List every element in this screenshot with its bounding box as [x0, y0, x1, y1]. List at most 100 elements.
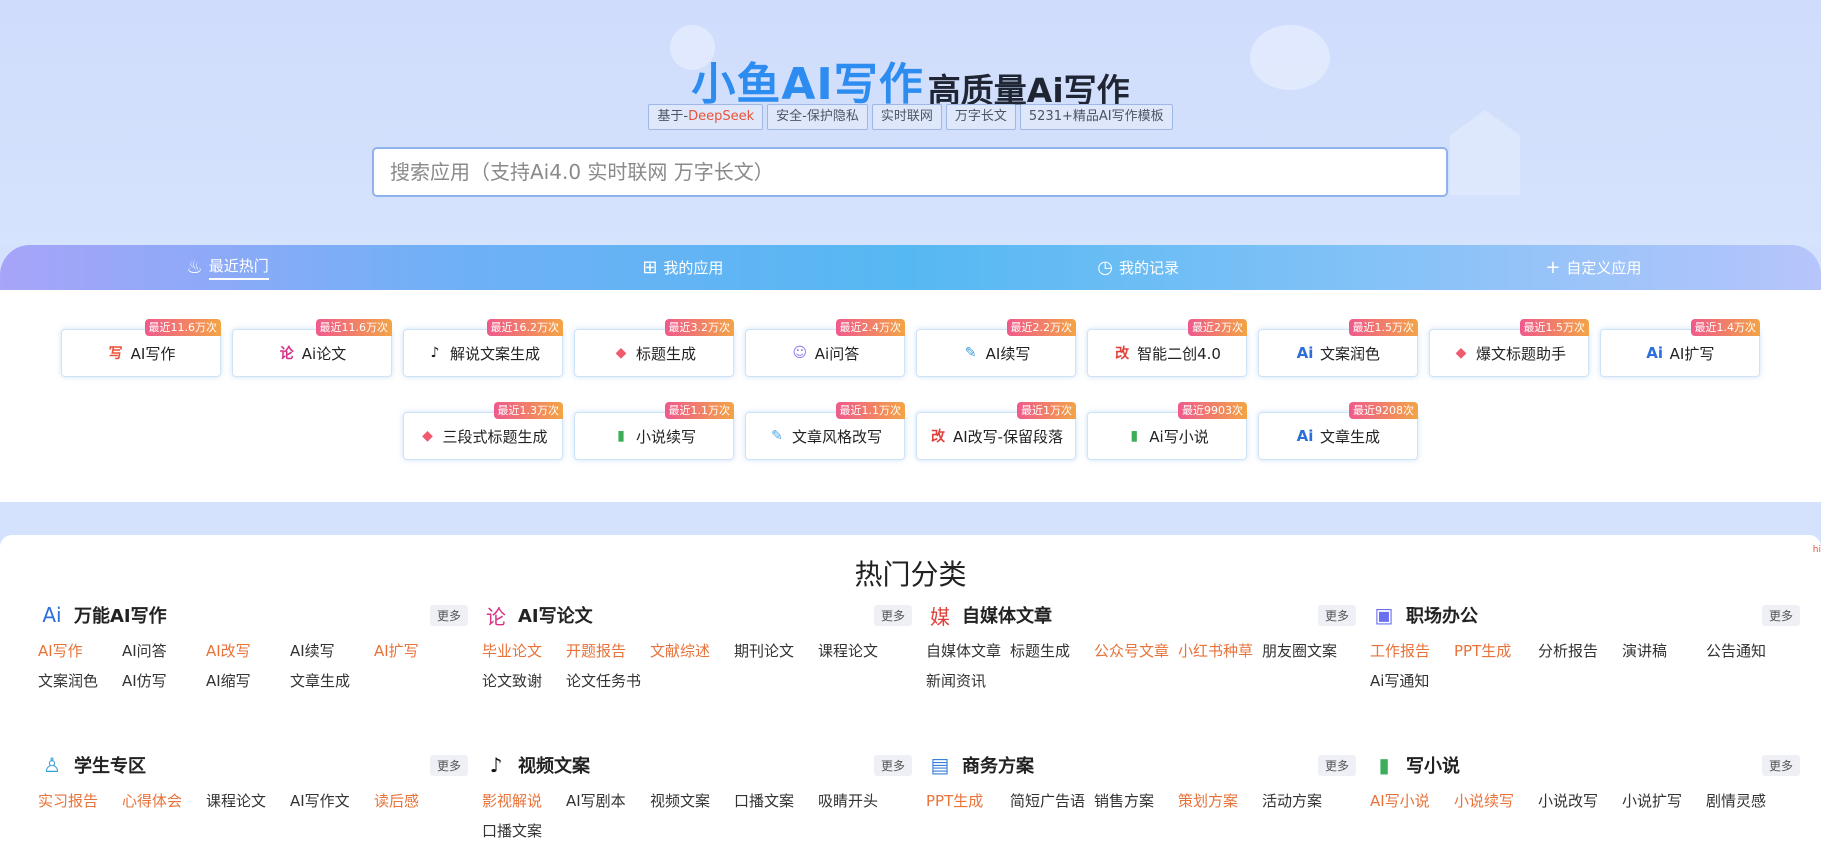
category-link[interactable]: Ai写通知: [1370, 666, 1454, 696]
category-link[interactable]: 期刊论文: [734, 636, 818, 666]
category-link[interactable]: 论文任务书: [566, 666, 650, 696]
hot-app-button[interactable]: 写 AI写作 最近11.6万次: [61, 319, 221, 377]
feature-tag-text: 万字长文: [954, 109, 1007, 124]
category-link[interactable]: 实习报告: [38, 786, 122, 816]
category-link[interactable]: AI续写: [290, 636, 374, 666]
more-button[interactable]: 更多: [429, 754, 468, 776]
more-button[interactable]: 更多: [873, 604, 912, 626]
hot-app-button[interactable]: ◆ 爆文标题助手 最近1.5万次: [1429, 319, 1589, 377]
category-name: 商务方案: [962, 756, 1034, 777]
student-icon: ♙: [43, 753, 61, 777]
category-link[interactable]: 新闻资讯: [926, 666, 1010, 696]
more-button[interactable]: 更多: [1317, 604, 1356, 626]
hot-app-button[interactable]: Ai AI扩写 最近1.4万次: [1600, 319, 1760, 377]
category-links: AI写小说 小说续写 小说改写 小说扩写 剧情灵感: [1370, 786, 1800, 816]
category-link[interactable]: 文案润色: [38, 666, 122, 696]
category-link[interactable]: PPT生成: [1454, 636, 1538, 666]
usage-badge: 最近2万次: [1188, 319, 1247, 336]
category-link[interactable]: 视频文案: [650, 786, 734, 816]
search-input[interactable]: [372, 147, 1448, 197]
category-link[interactable]: 小说续写: [1454, 786, 1538, 816]
more-button[interactable]: 更多: [1761, 604, 1800, 626]
category-link[interactable]: 小说改写: [1538, 786, 1622, 816]
category-link[interactable]: 文献综述: [650, 636, 734, 666]
hot-app-button[interactable]: ◆ 标题生成 最近3.2万次: [574, 319, 734, 377]
category-link[interactable]: 公告通知: [1706, 636, 1790, 666]
hot-app-button[interactable]: Ai 文章生成 最近9208次: [1258, 402, 1418, 460]
more-button[interactable]: 更多: [873, 754, 912, 776]
category-link[interactable]: 分析报告: [1538, 636, 1622, 666]
tab-1[interactable]: ♨ 最近热门: [0, 245, 455, 290]
categories-panel: 热门分类 Ai 万能AI写作 更多 AI写作 AI问答 AI改写 AI续写 AI扩写 文案润色 A…: [0, 535, 1821, 860]
more-button[interactable]: 更多: [429, 604, 468, 626]
rewrite-icon: 改: [1115, 346, 1130, 362]
category-link[interactable]: 小红书种草: [1178, 636, 1262, 666]
category-link[interactable]: 口播文案: [482, 816, 566, 846]
category-link[interactable]: AI写作文: [290, 786, 374, 816]
more-button[interactable]: 更多: [1317, 754, 1356, 776]
category-link[interactable]: 销售方案: [1094, 786, 1178, 816]
category-link[interactable]: 剧情灵感: [1706, 786, 1790, 816]
hot-app-button[interactable]: ✎ 文章风格改写 最近1.1万次: [745, 402, 905, 460]
category-thesis: 论 AI写论文 更多 毕业论文 开题报告 文献综述 期刊论文 课程论文 论文致谢 论文任务书: [482, 600, 912, 696]
category-link[interactable]: 公众号文章: [1094, 636, 1178, 666]
category-link[interactable]: 口播文案: [734, 786, 818, 816]
category-link[interactable]: AI写小说: [1370, 786, 1454, 816]
hot-app-label: 文章生成: [1319, 427, 1380, 446]
category-link[interactable]: 活动方案: [1262, 786, 1346, 816]
hot-app-button[interactable]: ☺ Ai问答 最近2.4万次: [745, 319, 905, 377]
category-link[interactable]: 演讲稿: [1622, 636, 1706, 666]
category-tiktok: ♪ 视频文案 更多 影视解说 AI写剧本 视频文案 口播文案 吸睛开头 口播文案: [482, 750, 912, 846]
feature-tag-text: 5231+精品AI写作模板: [1028, 109, 1164, 124]
tab-2[interactable]: ⊞ 我的应用: [455, 245, 910, 290]
category-link[interactable]: 读后感: [374, 786, 458, 816]
category-link[interactable]: 课程论文: [818, 636, 902, 666]
hot-app-button[interactable]: ♪ 解说文案生成 最近16.2万次: [403, 319, 563, 377]
category-link[interactable]: AI写作: [38, 636, 122, 666]
category-links: 自媒体文章 标题生成 公众号文章 小红书种草 朋友圈文案新闻资讯: [926, 636, 1356, 696]
tiktok-icon: ♪: [489, 753, 503, 777]
category-link[interactable]: 自媒体文章: [926, 636, 1010, 666]
category-link[interactable]: 标题生成: [1010, 636, 1094, 666]
category-link[interactable]: 开题报告: [566, 636, 650, 666]
category-link[interactable]: PPT生成: [926, 786, 1010, 816]
category-link[interactable]: 心得体会: [122, 786, 206, 816]
category-link[interactable]: AI扩写: [374, 636, 458, 666]
hot-app-button[interactable]: 论 Ai论文 最近11.6万次: [232, 319, 392, 377]
hot-app-button[interactable]: ◆ 三段式标题生成 最近1.3万次: [403, 402, 563, 460]
hot-app-button[interactable]: ▮ Ai写小说 最近9903次: [1087, 402, 1247, 460]
category-link[interactable]: 毕业论文: [482, 636, 566, 666]
tab-3[interactable]: ◷ 我的记录: [911, 245, 1366, 290]
more-button[interactable]: 更多: [1761, 754, 1800, 776]
ai-sparkle-icon: Ai: [42, 603, 62, 627]
hot-app-label: 标题生成: [635, 344, 696, 363]
hot-app-button[interactable]: ✎ AI续写 最近2.2万次: [916, 319, 1076, 377]
category-link[interactable]: 影视解说: [482, 786, 566, 816]
category-link[interactable]: 工作报告: [1370, 636, 1454, 666]
feature-tag-highlight: DeepSeek: [688, 109, 755, 124]
category-link[interactable]: 论文致谢: [482, 666, 566, 696]
category-link[interactable]: AI缩写: [206, 666, 290, 696]
hot-app-button[interactable]: ▮ 小说续写 最近1.1万次: [574, 402, 734, 460]
category-link[interactable]: AI改写: [206, 636, 290, 666]
category-link[interactable]: 策划方案: [1178, 786, 1262, 816]
category-links: 实习报告 心得体会 课程论文 AI写作文 读后感: [38, 786, 468, 816]
category-link[interactable]: 朋友圈文案: [1262, 636, 1346, 666]
category-link[interactable]: AI写剧本: [566, 786, 650, 816]
hot-app-label: AI续写: [985, 344, 1031, 363]
tab-label: 我的应用: [663, 259, 724, 277]
hot-app-button[interactable]: 改 AI改写-保留段落 最近1万次: [916, 402, 1076, 460]
category-link[interactable]: 文章生成: [290, 666, 374, 696]
category-link[interactable]: 课程论文: [206, 786, 290, 816]
tab-4[interactable]: + 自定义应用: [1366, 245, 1821, 290]
category-link[interactable]: 简短广告语: [1010, 786, 1094, 816]
category-link[interactable]: AI仿写: [122, 666, 206, 696]
category-link[interactable]: 小说扩写: [1622, 786, 1706, 816]
category-link[interactable]: AI问答: [122, 636, 206, 666]
hot-app-button[interactable]: Ai 文案润色 最近1.5万次: [1258, 319, 1418, 377]
hot-app-button[interactable]: 改智能二创4.0 最近2万次: [1087, 319, 1247, 377]
tab-label: 自定义应用: [1566, 259, 1642, 277]
category-link[interactable]: 吸睛开头: [818, 786, 902, 816]
hot-app-label: 智能二创4.0: [1137, 344, 1221, 363]
hot-app-label: 文章风格改写: [791, 427, 882, 446]
